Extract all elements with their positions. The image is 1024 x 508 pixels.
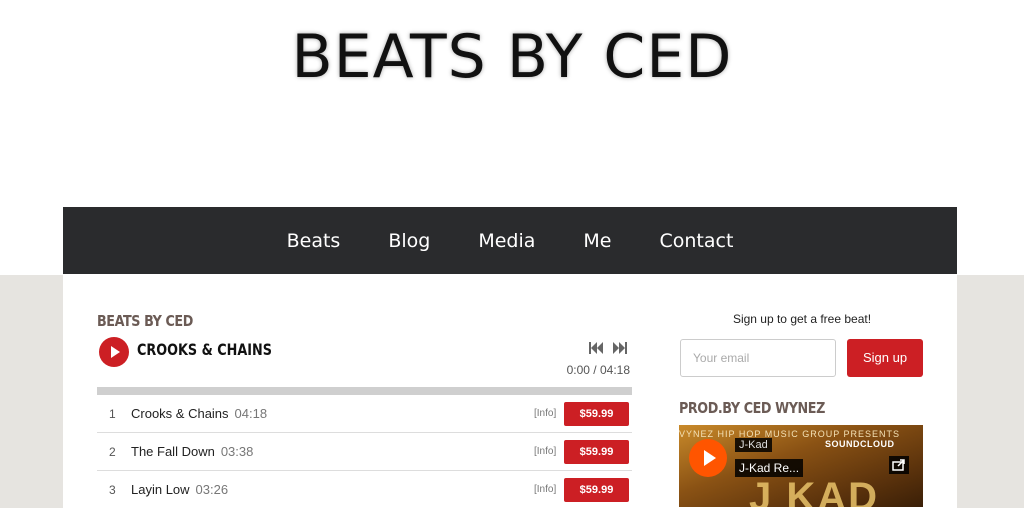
buy-button[interactable]: $59.99 bbox=[564, 440, 629, 464]
now-playing-title: CROOKS & CHAINS bbox=[137, 340, 272, 359]
track-number: 1 bbox=[109, 407, 116, 421]
signup-label: Sign up to get a free beat! bbox=[732, 312, 872, 326]
email-field[interactable] bbox=[680, 339, 836, 377]
track-name[interactable]: Crooks & Chains bbox=[131, 406, 229, 421]
producer-heading: PROD.BY CED WYNEZ bbox=[679, 399, 825, 417]
playback-time: 0:00 / 04:18 bbox=[566, 363, 630, 377]
sidebar: Sign up to get a free beat! Sign up PROD… bbox=[679, 312, 925, 507]
track-info-link[interactable]: [Info] bbox=[534, 484, 556, 495]
main-nav: Beats Blog Media Me Contact bbox=[63, 207, 957, 274]
track-row[interactable]: 1 Crooks & Chains 04:18 [Info] $59.99 bbox=[97, 395, 632, 433]
buy-button[interactable]: $59.99 bbox=[564, 478, 629, 502]
track-row[interactable]: 3 Layin Low 03:26 [Info] $59.99 bbox=[97, 471, 632, 508]
nav-me[interactable]: Me bbox=[559, 230, 635, 252]
content-panel: BEATS BY CED CROOKS & CHAINS 0:00 / 04:1… bbox=[63, 274, 957, 508]
track-info-link[interactable]: [Info] bbox=[534, 446, 556, 457]
track-name-wrap: Crooks & Chains 04:18 bbox=[131, 406, 267, 421]
previous-track-icon[interactable] bbox=[588, 341, 604, 355]
nav-beats[interactable]: Beats bbox=[263, 230, 365, 252]
nav-blog[interactable]: Blog bbox=[364, 230, 454, 252]
play-button[interactable] bbox=[99, 337, 129, 367]
beat-player: BEATS BY CED CROOKS & CHAINS 0:00 / 04:1… bbox=[97, 312, 632, 508]
soundcloud-artwork-text: VYNEZ HIP HOP MUSIC GROUP PRESENTS bbox=[679, 429, 901, 439]
soundcloud-user[interactable]: J-Kad bbox=[735, 438, 772, 452]
soundcloud-logo[interactable]: SOUNDCLOUD bbox=[825, 439, 895, 449]
track-duration: 04:18 bbox=[234, 406, 268, 421]
track-number: 3 bbox=[109, 483, 116, 497]
soundcloud-widget[interactable]: VYNEZ HIP HOP MUSIC GROUP PRESENTS J KAD… bbox=[679, 425, 923, 507]
track-name[interactable]: Layin Low bbox=[131, 482, 190, 497]
track-duration: 03:26 bbox=[195, 482, 229, 497]
track-row[interactable]: 2 The Fall Down 03:38 [Info] $59.99 bbox=[97, 433, 632, 471]
site-title[interactable]: BEATS BY CED bbox=[0, 22, 1024, 92]
soundcloud-track-title[interactable]: J-Kad Re... bbox=[735, 459, 804, 477]
track-list: 1 Crooks & Chains 04:18 [Info] $59.99 2 T… bbox=[97, 395, 632, 508]
track-number: 2 bbox=[109, 445, 116, 459]
player-heading: BEATS BY CED bbox=[97, 312, 193, 330]
track-info-link[interactable]: [Info] bbox=[534, 408, 556, 419]
track-name-wrap: Layin Low 03:26 bbox=[131, 482, 228, 497]
buy-button[interactable]: $59.99 bbox=[564, 402, 629, 426]
signup-button[interactable]: Sign up bbox=[847, 339, 923, 377]
now-playing-row: CROOKS & CHAINS 0:00 / 04:18 bbox=[97, 335, 632, 377]
nav-media[interactable]: Media bbox=[454, 230, 559, 252]
next-track-icon[interactable] bbox=[612, 341, 628, 355]
soundcloud-play-button[interactable] bbox=[689, 439, 727, 477]
track-duration: 03:38 bbox=[220, 444, 254, 459]
share-icon[interactable] bbox=[889, 456, 909, 474]
nav-contact[interactable]: Contact bbox=[635, 230, 757, 252]
signup-form: Sign up bbox=[679, 339, 925, 379]
track-name[interactable]: The Fall Down bbox=[131, 444, 215, 459]
progress-bar[interactable] bbox=[97, 387, 632, 395]
track-name-wrap: The Fall Down 03:38 bbox=[131, 444, 253, 459]
soundcloud-artwork-title: J KAD bbox=[749, 475, 880, 507]
